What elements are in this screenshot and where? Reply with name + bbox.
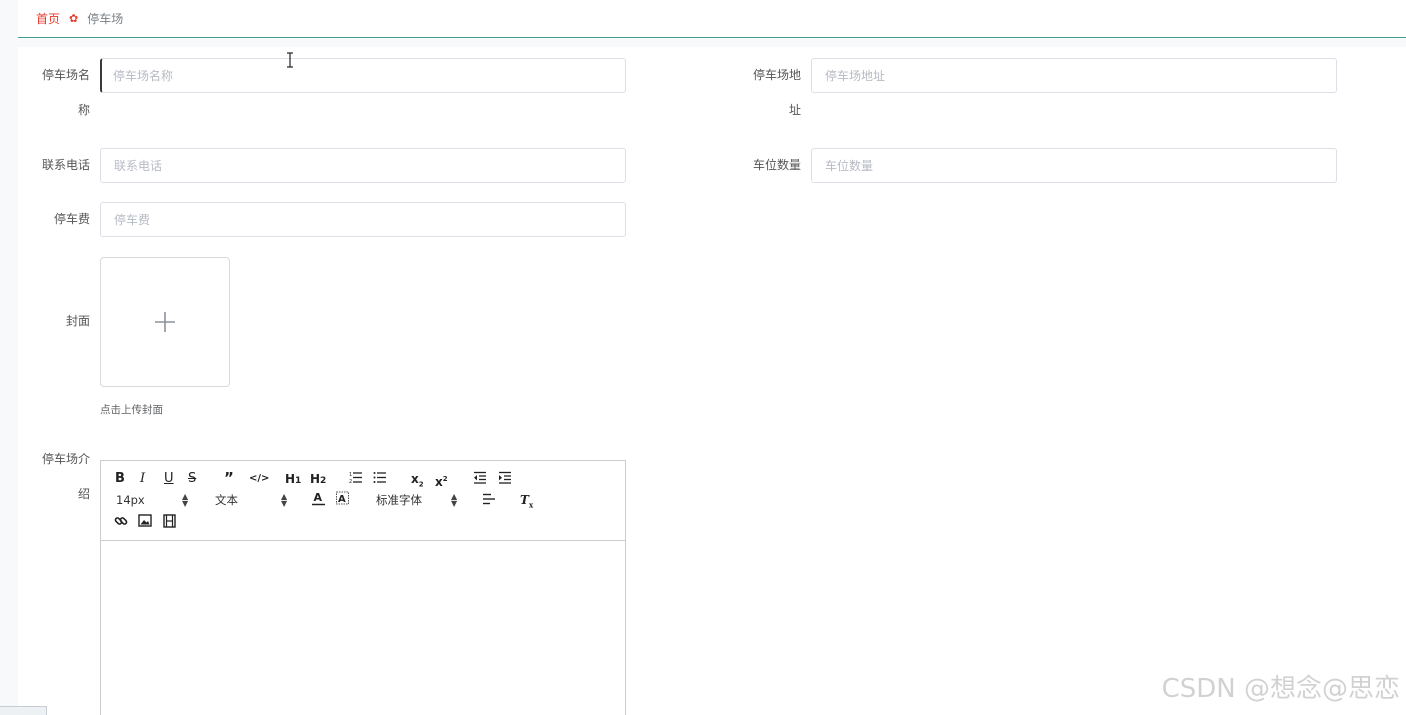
strike-button[interactable]: S (188, 471, 196, 487)
rich-text-editor: B I U S ” </> H1 H2 12 x2 x2 14px ▲ ▼ 文本… (100, 460, 626, 715)
italic-button[interactable]: I (140, 471, 145, 487)
home-flower-icon: ✿ (69, 12, 79, 25)
align-icon[interactable] (482, 493, 496, 505)
page: 首页 ✿ 停车场 停车场名称 停车场地址 联系电话 车位数量 停车费 封面 点击… (0, 0, 1406, 715)
caret-down-icon: ▼ (182, 499, 189, 508)
fee-input[interactable] (100, 202, 626, 237)
caret-down-icon: ▼ (451, 499, 458, 508)
editor-content-area[interactable] (101, 541, 625, 715)
size-select-value: 14px (116, 493, 145, 507)
header-1-button[interactable]: H1 (285, 471, 301, 489)
plus-icon (155, 312, 175, 332)
cover-upload-tip: 点击上传封面 (100, 404, 163, 416)
text-cursor-icon (287, 52, 293, 68)
background-color-icon[interactable]: A (336, 491, 349, 506)
font-select-value: 标准字体 (376, 493, 422, 507)
image-icon[interactable] (138, 514, 152, 527)
fee-label: 停车费 (53, 212, 90, 226)
address-input[interactable] (811, 58, 1337, 93)
indent-icon[interactable] (498, 471, 512, 484)
clean-format-icon[interactable]: Tx (520, 492, 533, 513)
video-icon[interactable] (163, 514, 176, 528)
editor-toolbar: B I U S ” </> H1 H2 12 x2 x2 14px ▲ ▼ 文本… (101, 461, 625, 541)
svg-text:A: A (314, 491, 323, 504)
phone-label: 联系电话 (41, 158, 90, 172)
name-label: 停车场名称 (41, 68, 90, 117)
underline-button[interactable]: U (164, 471, 174, 487)
header-select[interactable]: 文本 ▲ ▼ (215, 492, 291, 508)
breadcrumb-shadow-strip (18, 39, 1406, 47)
superscript-button[interactable]: x2 (435, 471, 448, 490)
breadcrumb: 首页 ✿ 停车场 (18, 0, 1406, 38)
phone-input[interactable] (100, 148, 626, 183)
intro-label: 停车场介绍 (41, 452, 90, 501)
header-2-button[interactable]: H2 (310, 471, 326, 489)
code-block-icon[interactable]: </> (249, 471, 269, 487)
name-input[interactable] (100, 58, 626, 93)
subscript-button[interactable]: x2 (411, 471, 424, 492)
watermark: CSDN @想念@思恋 (1161, 674, 1400, 704)
link-icon[interactable] (114, 514, 128, 528)
outdent-icon[interactable] (473, 471, 487, 484)
font-select[interactable]: 标准字体 ▲ ▼ (376, 492, 461, 508)
corner-widget (0, 706, 47, 715)
spaces-label: 车位数量 (752, 158, 801, 172)
spaces-input[interactable] (811, 148, 1337, 183)
bold-button[interactable]: B (115, 471, 125, 487)
blockquote-icon[interactable]: ” (224, 470, 234, 486)
svg-text:1: 1 (349, 472, 352, 478)
text-color-icon[interactable]: A (312, 491, 325, 506)
svg-text:A: A (338, 494, 346, 505)
breadcrumb-home-link[interactable]: 首页 (36, 10, 60, 27)
address-label: 停车场地址 (752, 68, 801, 117)
svg-text:2: 2 (349, 479, 352, 484)
breadcrumb-current: 停车场 (87, 12, 124, 26)
caret-down-icon: ▼ (281, 499, 288, 508)
cover-label: 封面 (65, 314, 90, 328)
header-select-value: 文本 (215, 493, 238, 507)
size-select[interactable]: 14px ▲ ▼ (116, 492, 191, 508)
bullet-list-icon[interactable] (373, 471, 387, 484)
cover-upload-button[interactable] (100, 257, 230, 387)
sidebar-edge (0, 0, 18, 715)
ordered-list-icon[interactable]: 12 (349, 471, 363, 484)
